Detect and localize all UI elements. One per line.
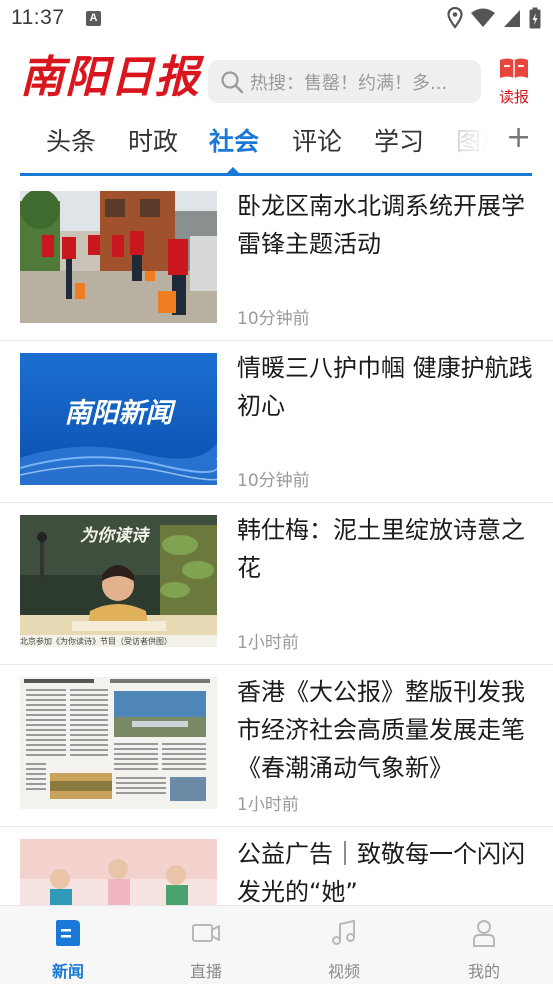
user-icon [473,920,495,947]
news-icon [56,920,80,946]
news-time: 1小时前 [237,795,299,815]
header: 南阳日报 热搜：售罄！约满！多... 读报 [0,48,553,110]
news-title: 情暖三八护巾帼 健康护航践初心 [237,354,533,420]
nav-me-label: 我的 [467,962,500,981]
news-item[interactable]: 南阳新闻 情暖三八护巾帼 健康护航践初心 10分钟前 [0,341,553,503]
news-thumbnail-newspaper [20,677,217,809]
news-time: 10分钟前 [237,309,310,329]
news-list: 卧龙区南水北调系统开展学雷锋主题活动 10分钟前 南阳新闻 情暖三八护巾帼 健康… [0,179,553,905]
banner-title: 南阳新闻 [64,398,173,429]
news-item[interactable]: 公益广告｜致敬每一个闪闪发光的“她” [0,827,553,905]
channel-tabs: 头条 时政 社会 评论 学习 图片 + [0,112,553,178]
nav-news-label: 新闻 [51,962,84,981]
program-title: 为你读诗 [80,526,148,546]
news-time: 10分钟前 [237,471,310,491]
tab-headlines[interactable]: 头条 [46,122,96,158]
nav-news[interactable]: 新闻 [18,906,118,984]
search-placeholder: 热搜：售罄！约满！多... [250,72,448,94]
app-screen: 11:37 A 南阳日报 热搜：售罄！约满！多... 读报 头条 时政 社会 评… [0,0,553,984]
news-title: 香港《大公报》整版刊发我市经济社会高质量发展走笔《春潮涌动气象新》 [237,678,525,782]
news-item[interactable]: 为你读诗 北京参加《为你读诗》节目（受访者供图） 韩仕梅：泥土里绽放诗意之花 1… [0,503,553,665]
status-bar: 11:37 A [0,0,553,38]
news-thumbnail-poster [20,839,217,905]
search-icon [221,70,244,93]
nav-live[interactable]: 直播 [156,906,256,984]
bottom-nav: 新闻 直播 视频 我的 [0,905,553,984]
news-title: 卧龙区南水北调系统开展学雷锋主题活动 [237,192,525,258]
newspaper-icon [500,58,528,78]
add-channel-icon[interactable]: + [506,120,531,155]
tab-commentary[interactable]: 评论 [292,122,342,158]
news-title: 公益广告｜致敬每一个闪闪发光的“她” [237,840,525,905]
read-newspaper-button[interactable]: 读报 [494,56,534,108]
nav-video-label: 视频 [327,962,360,981]
news-time: 1小时前 [237,633,299,653]
nav-video[interactable]: 视频 [294,906,394,984]
image-caption: 北京参加《为你读诗》节目（受访者供图） [20,637,172,646]
tab-society[interactable]: 社会 [209,122,259,158]
news-thumbnail-volunteers [20,191,217,323]
location-icon [447,7,463,29]
news-title: 韩仕梅：泥土里绽放诗意之花 [237,516,525,582]
news-item[interactable]: 卧龙区南水北调系统开展学雷锋主题活动 10分钟前 [0,179,553,341]
music-note-icon [332,919,355,945]
read-newspaper-label: 读报 [498,88,529,106]
tab-study[interactable]: 学习 [374,122,424,158]
tabs-underline [20,173,532,176]
signal-icon [504,10,520,27]
wifi-icon [471,8,495,27]
news-thumbnail-poet: 为你读诗 北京参加《为你读诗》节目（受访者供图） [20,515,217,647]
app-logo[interactable]: 南阳日报 [20,52,200,104]
status-icons [447,7,541,29]
nav-me[interactable]: 我的 [434,906,534,984]
search-box[interactable]: 热搜：售罄！约满！多... [208,60,481,103]
nav-live-label: 直播 [189,962,222,981]
notification-icon: A [86,11,101,26]
news-thumbnail-banner: 南阳新闻 [20,353,217,485]
video-camera-icon [192,924,220,942]
battery-icon [529,7,541,29]
news-item[interactable]: 香港《大公报》整版刊发我市经济社会高质量发展走笔《春潮涌动气象新》 1小时前 [0,665,553,827]
tab-politics[interactable]: 时政 [128,122,178,158]
status-time: 11:37 [11,6,65,29]
tabs-fade [440,112,510,170]
